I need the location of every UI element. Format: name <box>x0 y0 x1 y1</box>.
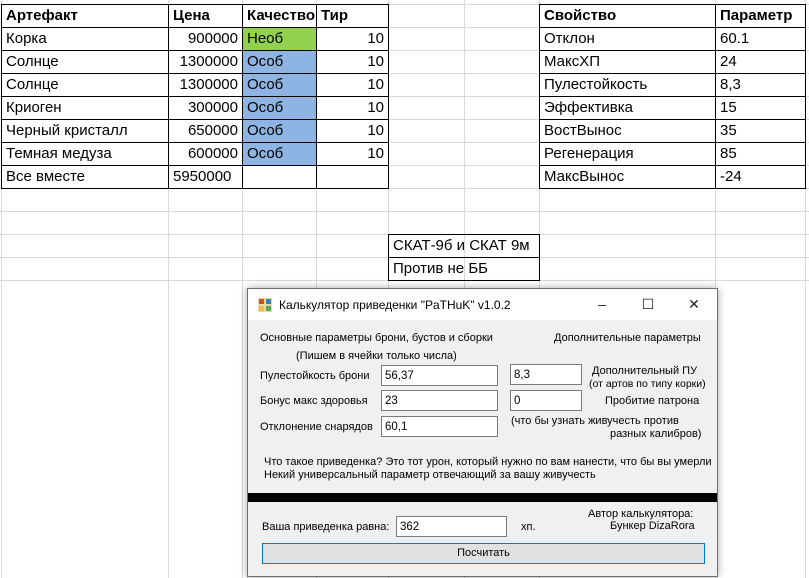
result-output[interactable] <box>396 516 507 537</box>
artifact-quality-cell[interactable]: Необ <box>243 28 316 50</box>
col-header-parameter[interactable]: Параметр <box>716 5 805 27</box>
explain-line-2: Некий универсальный параметр отвечающий … <box>264 469 596 481</box>
penetration-label: Пробитие патрона <box>605 395 700 407</box>
artifact-quality-cell[interactable]: Особ <box>243 74 316 96</box>
total-value-cell[interactable]: 5950000 <box>169 166 242 188</box>
property-value-cell[interactable]: 8,3 <box>716 74 805 96</box>
artifact-name-cell[interactable]: Темная медуза <box>2 143 168 165</box>
artifact-tier-cell[interactable]: 10 <box>317 97 388 119</box>
artifact-tier-cell[interactable]: 10 <box>317 143 388 165</box>
artifact-tier-cell[interactable]: 10 <box>317 28 388 50</box>
artifact-price-cell[interactable]: 1300000 <box>169 74 242 96</box>
col-header-property[interactable]: Свойство <box>540 5 715 27</box>
property-value-cell[interactable]: 24 <box>716 51 805 73</box>
extra-pu-sublabel: (от артов по типу корки) <box>589 378 706 390</box>
deflection-input[interactable] <box>381 416 498 437</box>
property-name-cell[interactable]: Регенерация <box>540 143 715 165</box>
artifact-name-cell[interactable]: Солнце <box>2 74 168 96</box>
extra-pu-input[interactable] <box>510 364 582 385</box>
penetration-input[interactable] <box>510 390 582 411</box>
property-name-cell[interactable]: Пулестойкость <box>540 74 715 96</box>
artifact-tier-cell[interactable]: 10 <box>317 120 388 142</box>
result-unit: хп. <box>521 521 536 533</box>
artifact-price-cell[interactable]: 900000 <box>169 28 242 50</box>
artifact-name-cell[interactable]: Солнце <box>2 51 168 73</box>
artifact-quality-cell[interactable]: Особ <box>243 143 316 165</box>
col-header-quality[interactable]: Качество <box>243 5 316 27</box>
artifact-quality-cell[interactable]: Особ <box>243 51 316 73</box>
property-name-cell[interactable]: МаксВынос <box>540 166 715 188</box>
artifact-quality-cell[interactable]: Особ <box>243 97 316 119</box>
main-params-hint: (Пишем в ячейки только числа) <box>296 350 457 362</box>
note-line-1[interactable]: СКАТ-9б и СКАТ 9м <box>389 235 539 257</box>
deflection-label: Отклонение снарядов <box>260 421 373 433</box>
extra-pu-label: Дополнительный ПУ <box>592 365 698 377</box>
max-health-bonus-label: Бонус макс здоровья <box>260 395 368 407</box>
property-name-cell[interactable]: Отклон <box>540 28 715 50</box>
artifact-tier-cell[interactable]: 10 <box>317 51 388 73</box>
col-header-tier[interactable]: Тир <box>317 5 388 27</box>
calculate-button[interactable]: Посчитать <box>262 543 705 564</box>
artifact-tier-cell[interactable]: 10 <box>317 74 388 96</box>
artifact-price-cell[interactable]: 650000 <box>169 120 242 142</box>
max-health-bonus-input[interactable] <box>381 390 498 411</box>
caliber-hint-1: (что бы узнать живучесть против <box>511 415 679 427</box>
window-title: Калькулятор приведенки "PaTHuK" v1.0.2 <box>279 298 511 312</box>
result-label: Ваша приведенка равна: <box>262 521 390 533</box>
col-header-artifact[interactable]: Артефакт <box>2 5 168 27</box>
total-label-cell[interactable]: Все вместе <box>2 166 168 188</box>
bullet-resist-label: Пулестойкость брони <box>260 370 370 382</box>
caliber-hint-2: разных калибров) <box>610 428 702 440</box>
main-params-title: Основные параметры брони, бустов и сборк… <box>260 332 493 344</box>
artifact-price-cell[interactable]: 1300000 <box>169 51 242 73</box>
extra-params-title: Дополнительные параметры <box>554 332 701 344</box>
property-value-cell[interactable]: 35 <box>716 120 805 142</box>
minimize-button[interactable]: – <box>579 289 625 320</box>
close-button[interactable]: ✕ <box>671 289 717 320</box>
separator-bar <box>248 493 717 502</box>
artifact-price-cell[interactable]: 300000 <box>169 97 242 119</box>
artifact-name-cell[interactable]: Черный кристалл <box>2 120 168 142</box>
artifact-price-cell[interactable]: 600000 <box>169 143 242 165</box>
artifact-name-cell[interactable]: Криоген <box>2 97 168 119</box>
note-line-2[interactable]: Против не ББ <box>389 258 539 280</box>
title-bar[interactable]: Калькулятор приведенки "PaTHuK" v1.0.2 –… <box>248 289 717 320</box>
artifact-name-cell[interactable]: Корка <box>2 28 168 50</box>
property-name-cell[interactable]: МаксХП <box>540 51 715 73</box>
explain-line-1: Что такое приведенка? Это тот урон, кото… <box>264 456 712 468</box>
app-icon <box>258 298 272 312</box>
bullet-resist-input[interactable] <box>381 365 498 386</box>
property-value-cell[interactable]: 60.1 <box>716 28 805 50</box>
calculator-window: Калькулятор приведенки "PaTHuK" v1.0.2 –… <box>247 288 718 577</box>
maximize-button[interactable]: ☐ <box>625 289 671 320</box>
col-header-price[interactable]: Цена <box>169 5 242 27</box>
property-value-cell[interactable]: 15 <box>716 97 805 119</box>
property-name-cell[interactable]: ВостВынос <box>540 120 715 142</box>
property-name-cell[interactable]: Эффективка <box>540 97 715 119</box>
author-line-2: Бункер DizaRora <box>610 520 695 532</box>
artifact-quality-cell[interactable]: Особ <box>243 120 316 142</box>
property-value-cell[interactable]: 85 <box>716 143 805 165</box>
author-line-1: Автор калькулятора: <box>588 508 694 520</box>
property-value-cell[interactable]: -24 <box>716 166 805 188</box>
